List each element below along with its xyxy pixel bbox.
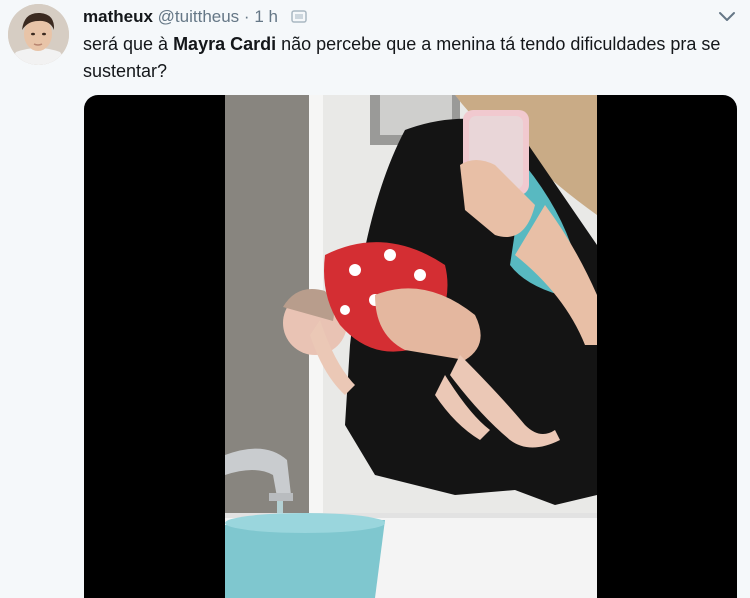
tweet-header: matheux @tuittheus · 1 h xyxy=(83,6,307,28)
avatar[interactable] xyxy=(8,4,69,65)
tweet-text: será que à Mayra Cardi não percebe que a… xyxy=(83,31,738,85)
separator-dot: · xyxy=(243,7,250,26)
mention-link[interactable]: Mayra Cardi xyxy=(173,34,276,54)
timestamp[interactable]: 1 h xyxy=(254,7,278,26)
tweet[interactable]: matheux @tuittheus · 1 h será que à Mayr… xyxy=(0,0,750,598)
display-name[interactable]: matheux xyxy=(83,7,153,26)
chevron-down-icon[interactable] xyxy=(717,10,737,24)
verified-icon xyxy=(290,7,307,23)
video-frame xyxy=(225,95,597,598)
tweet-video[interactable] xyxy=(84,95,737,598)
user-handle[interactable]: @tuittheus xyxy=(158,7,240,26)
tweet-text-before: será que à xyxy=(83,34,174,54)
